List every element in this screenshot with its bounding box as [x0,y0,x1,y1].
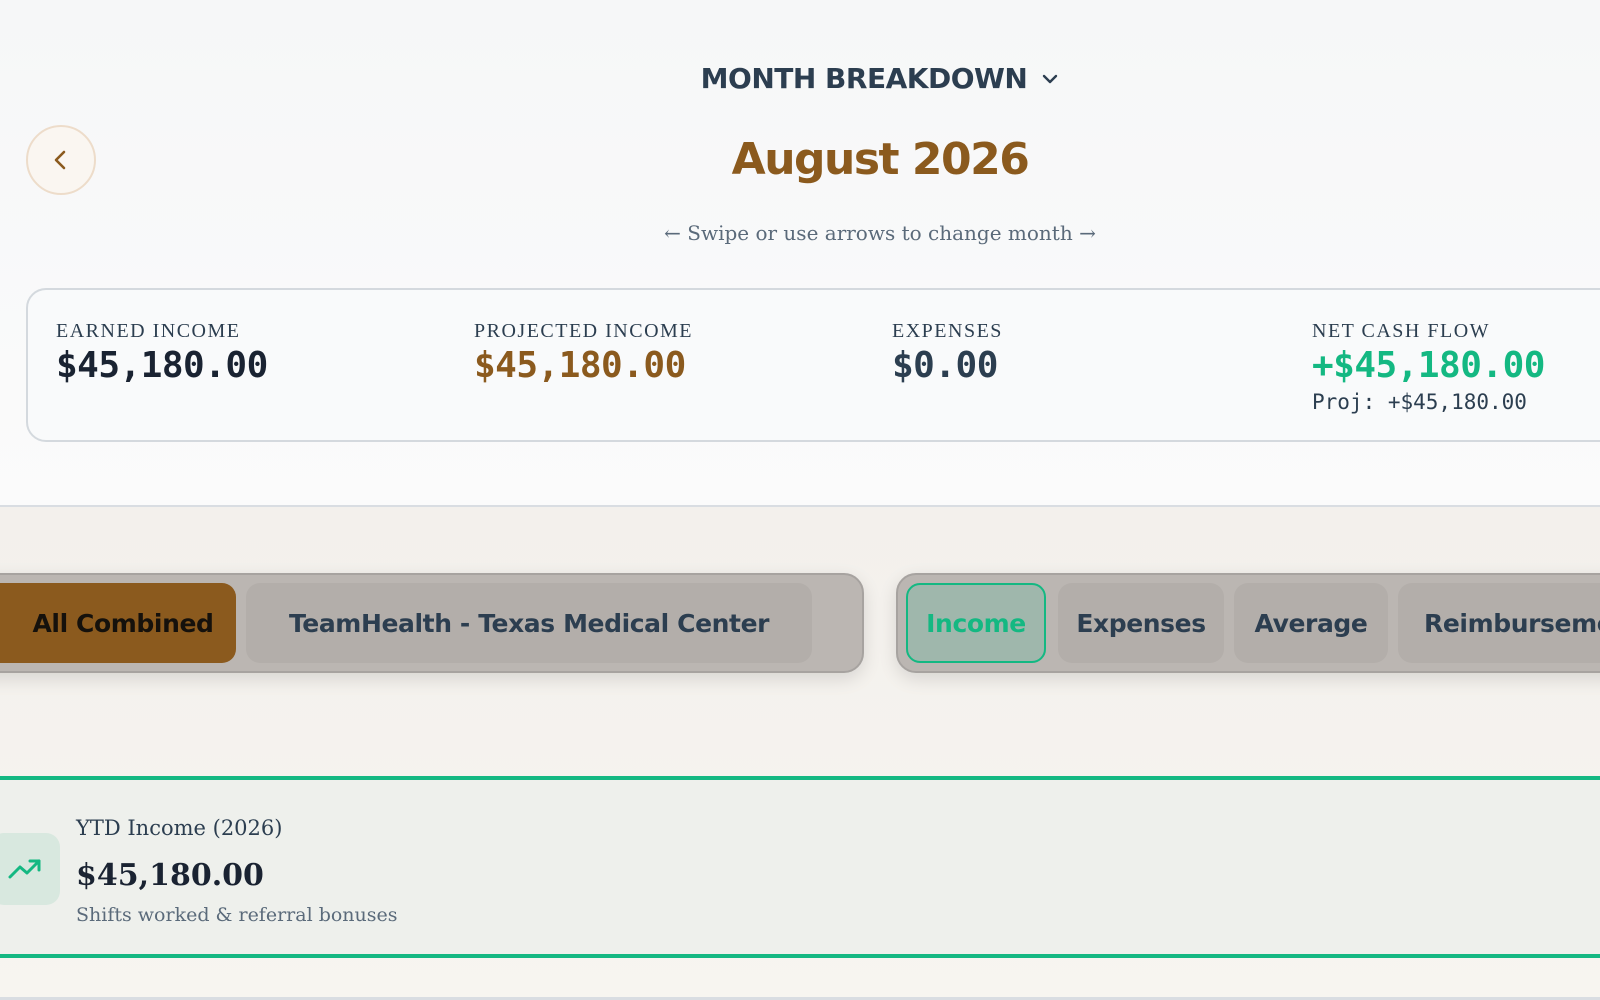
expenses-value: $0.00 [892,345,998,386]
earned-income-stat: EARNED INCOME $45,180.00 [56,320,268,386]
current-month: August 2026 [731,134,1030,185]
projected-income-value: $45,180.00 [474,345,686,386]
ytd-subtitle: Shifts worked & referral bonuses [76,904,398,926]
net-cash-flow-value: +$45,180.00 [1312,345,1545,386]
projected-income-label: PROJECTED INCOME [474,320,694,342]
month-header-panel: MONTH BREAKDOWN August 2026 ← Swipe or u… [0,0,1600,507]
ytd-income-card: YTD Income (2026) $45,180.00 Shifts work… [0,776,1600,958]
ytd-title: YTD Income (2026) [76,816,283,840]
month-breakdown-dropdown[interactable]: MONTH BREAKDOWN [0,62,1600,95]
net-cash-flow-projection: Proj: +$45,180.00 [1312,390,1527,414]
filter-teamhealth[interactable]: TeamHealth - Texas Medical Center [246,583,812,663]
tab-income[interactable]: Income [906,583,1046,663]
projected-income-stat: PROJECTED INCOME $45,180.00 [474,320,693,386]
source-filter-group: All Combined TeamHealth - Texas Medical … [0,573,864,673]
expenses-stat: EXPENSES $0.00 [892,320,1003,386]
ytd-amount: $45,180.00 [76,858,264,893]
filter-all-combined[interactable]: All Combined [0,583,236,663]
chevron-down-icon [1043,74,1058,83]
trending-up-icon-badge [0,833,60,905]
net-cash-flow-label: NET CASH FLOW [1312,320,1491,342]
view-filter-group: Income Expenses Average Reimbursements [896,573,1600,673]
earned-income-label: EARNED INCOME [56,320,241,342]
earned-income-value: $45,180.00 [56,345,268,386]
expenses-label: EXPENSES [892,320,1003,342]
net-cash-flow-stat: NET CASH FLOW +$45,180.00 Proj: +$45,180… [1312,320,1545,414]
tab-expenses[interactable]: Expenses [1058,583,1224,663]
summary-card: EARNED INCOME $45,180.00 PROJECTED INCOM… [26,288,1600,442]
trending-up-icon [8,859,41,879]
swipe-hint: ← Swipe or use arrows to change month → [664,221,1096,245]
page-title: MONTH BREAKDOWN [700,62,1028,95]
tab-reimbursements[interactable]: Reimbursements [1398,583,1600,663]
tab-average[interactable]: Average [1234,583,1388,663]
